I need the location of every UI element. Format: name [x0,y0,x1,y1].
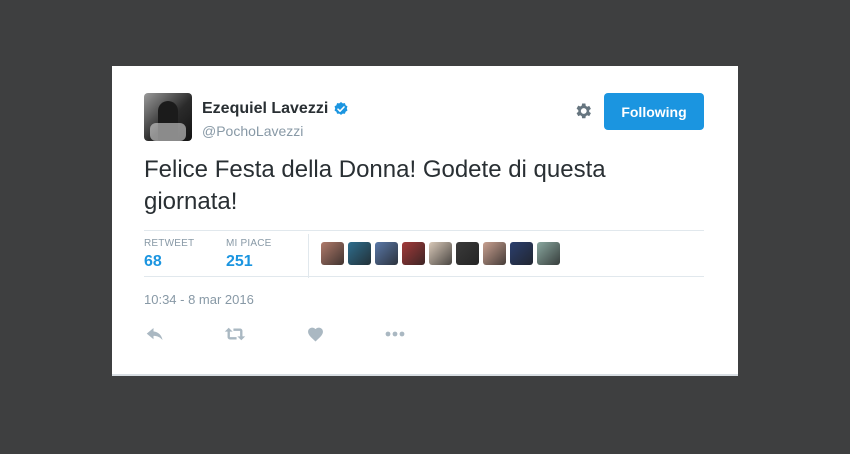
liker-avatar-3[interactable] [375,242,398,265]
retweet-button[interactable] [224,324,246,344]
liker-avatar-4[interactable] [402,242,425,265]
tweet-card: Ezequiel Lavezzi @PochoLavezzi Following… [112,66,738,376]
like-button[interactable] [304,324,326,344]
author-avatar[interactable] [144,93,192,141]
likes-label: MI PIACE [226,238,272,249]
liker-avatar-2[interactable] [348,242,371,265]
retweet-count[interactable]: 68 [144,253,194,271]
retweet-icon [224,327,246,341]
avatar-highlight [150,123,186,141]
reply-icon [146,328,163,340]
retweet-stat[interactable]: RETWEET 68 [144,238,194,271]
retweet-label: RETWEET [144,238,195,249]
heart-icon [307,327,323,342]
verified-badge-icon [334,102,348,115]
reply-button[interactable] [144,324,166,344]
tweet-timestamp[interactable]: 10:34 - 8 mar 2016 [144,292,254,307]
liker-avatar-5[interactable] [429,242,452,265]
author-handle[interactable]: @PochoLavezzi [202,123,303,139]
stats-top-divider [144,230,704,231]
following-button[interactable]: Following [604,93,704,130]
likes-stat[interactable]: MI PIACE 251 [226,238,272,271]
liker-avatar-7[interactable] [483,242,506,265]
stats-bottom-divider [144,276,704,277]
gear-icon[interactable] [573,101,593,121]
liker-avatar-9[interactable] [537,242,560,265]
more-icon [385,331,405,337]
stats-separator [308,234,309,278]
more-button[interactable] [384,324,406,344]
likes-count[interactable]: 251 [226,253,272,271]
liker-avatar-1[interactable] [321,242,344,265]
liker-avatar-6[interactable] [456,242,479,265]
author-name-row[interactable]: Ezequiel Lavezzi [202,100,349,118]
tweet-text: Felice Festa della Donna! Godete di ques… [144,156,606,215]
liker-avatar-8[interactable] [510,242,533,265]
liker-avatars [321,242,560,265]
author-name[interactable]: Ezequiel Lavezzi [202,100,328,118]
